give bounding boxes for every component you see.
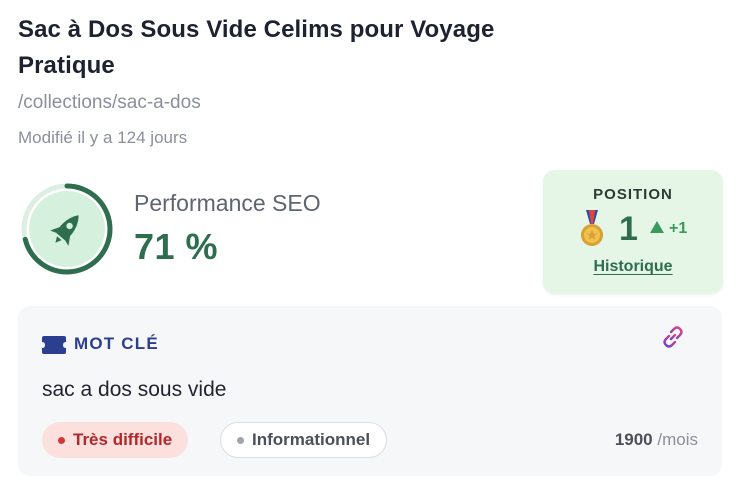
volume-unit: /mois <box>657 430 698 449</box>
difficulty-badge: Très difficile <box>42 422 189 458</box>
modified-date: Modifié il y a 124 jours <box>18 128 188 147</box>
intent-label: Informationnel <box>252 430 371 449</box>
arrow-up-icon <box>650 221 664 233</box>
intent-dot <box>237 436 244 444</box>
position-card: POSITION 1 +1 Historique <box>543 170 723 294</box>
volume-value: 1900 <box>614 430 653 449</box>
difficulty-label: Très difficile <box>73 430 173 449</box>
seo-performance-value: 71 % <box>134 226 219 267</box>
keyword-card: MOT CLÉ sac a dos sous vide Très diffici… <box>18 306 722 476</box>
ticket-icon <box>42 336 66 354</box>
position-value: 1 <box>619 210 638 248</box>
link-icon[interactable] <box>660 324 686 350</box>
bronze-medal-icon <box>581 210 603 246</box>
page-title: Sac à Dos Sous Vide Celims pour Voyage P… <box>18 16 495 79</box>
keyword-header: MOT CLÉ <box>74 334 159 353</box>
intent-badge: Informationnel <box>220 422 388 458</box>
search-volume: 1900 /mois <box>615 430 698 450</box>
keyword-value: sac a dos sous vide <box>42 378 227 401</box>
position-label: POSITION <box>593 186 673 203</box>
page-url: /collections/sac-a-dos <box>18 92 201 113</box>
difficulty-dot <box>58 436 65 444</box>
history-link[interactable]: Historique <box>543 258 723 276</box>
seo-score-gauge <box>21 183 113 275</box>
position-change: +1 <box>669 220 688 237</box>
seo-performance-label: Performance SEO <box>134 190 321 216</box>
